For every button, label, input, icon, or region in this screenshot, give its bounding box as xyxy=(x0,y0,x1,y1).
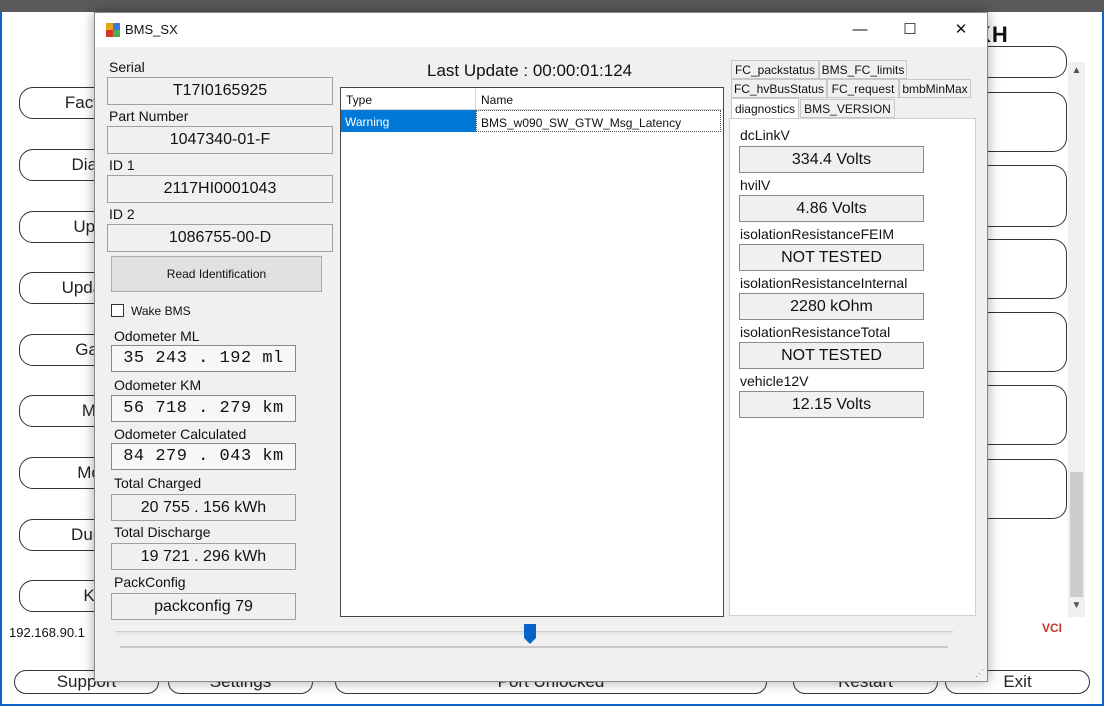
bg-vci-label: VCI xyxy=(1042,621,1063,635)
odometer-km-value: 56 718 . 279 km xyxy=(111,395,296,422)
tab-fc-hvbusstatus[interactable]: FC_hvBusStatus xyxy=(731,79,827,98)
serial-label: Serial xyxy=(109,59,145,75)
part-number-label: Part Number xyxy=(109,108,189,124)
column-header-name[interactable]: Name xyxy=(476,88,723,110)
diagnostics-panel: dcLinkV 334.4 Volts hvilV 4.86 Volts iso… xyxy=(729,118,976,616)
tab-bms-fc-limits[interactable]: BMS_FC_limits xyxy=(819,60,907,79)
bms-sx-dialog: BMS_SX — ☐ ✕ Serial T17I0165925 Part Num… xyxy=(94,12,988,682)
bg-scroll-thumb[interactable] xyxy=(1070,472,1083,597)
diag-value-dclinkv: 334.4 Volts xyxy=(739,146,924,173)
diag-label-vehicle12v: vehicle12V xyxy=(740,373,809,389)
tab-diagnostics[interactable]: diagnostics xyxy=(731,98,799,119)
total-discharge-value: 19 721 . 296 kWh xyxy=(111,543,296,570)
diag-value-isolation-feim: NOT TESTED xyxy=(739,244,924,271)
id1-value: 2117HI0001043 xyxy=(107,175,333,203)
alert-row-type[interactable]: Warning xyxy=(341,110,476,132)
diag-label-dclinkv: dcLinkV xyxy=(740,127,790,143)
serial-value: T17I0165925 xyxy=(107,77,333,105)
close-button[interactable]: ✕ xyxy=(938,13,984,45)
scroll-up-icon[interactable]: ▲ xyxy=(1068,65,1085,76)
wake-bms-checkbox[interactable] xyxy=(111,304,124,317)
diag-label-hvilv: hvilV xyxy=(740,177,771,193)
total-charged-value: 20 755 . 156 kWh xyxy=(111,494,296,521)
odometer-calculated-value: 84 279 . 043 km xyxy=(111,443,296,470)
tab-bms-version[interactable]: BMS_VERSION xyxy=(800,99,895,118)
bg-right-button-1[interactable] xyxy=(985,46,1067,78)
packconfig-label: PackConfig xyxy=(114,574,186,590)
diag-label-isolation-total: isolationResistanceTotal xyxy=(740,324,891,340)
part-number-value: 1047340-01-F xyxy=(107,126,333,154)
resize-grip-icon[interactable]: ⋰ xyxy=(975,668,984,679)
bg-right-button-2[interactable] xyxy=(985,92,1067,152)
bg-right-button-6[interactable] xyxy=(985,385,1067,445)
bg-scrollbar[interactable]: ▲ ▼ xyxy=(1068,62,1085,617)
odometer-ml-label: Odometer ML xyxy=(114,328,200,344)
diag-value-isolation-total: NOT TESTED xyxy=(739,342,924,369)
total-discharge-label: Total Discharge xyxy=(114,524,211,540)
diag-label-isolation-internal: isolationResistanceInternal xyxy=(740,275,908,291)
bg-right-button-3[interactable] xyxy=(985,165,1067,227)
alert-row-name[interactable]: BMS_w090_SW_GTW_Msg_Latency xyxy=(476,110,721,132)
wake-bms-label: Wake BMS xyxy=(131,304,191,318)
dialog-title: BMS_SX xyxy=(125,22,178,37)
diag-label-isolation-feim: isolationResistanceFEIM xyxy=(740,226,895,242)
bg-ip-address: 192.168.90.1 xyxy=(9,625,85,640)
read-identification-button[interactable]: Read Identification xyxy=(111,256,322,292)
column-header-type[interactable]: Type xyxy=(341,88,476,110)
bg-right-button-4[interactable] xyxy=(985,239,1067,299)
odometer-ml-value: 35 243 . 192 ml xyxy=(111,345,296,372)
slider-baseline xyxy=(120,646,948,648)
odometer-km-label: Odometer KM xyxy=(114,377,202,393)
odometer-calculated-label: Odometer Calculated xyxy=(114,426,247,442)
tab-bmbminmax[interactable]: bmbMinMax xyxy=(899,79,971,98)
diag-value-isolation-internal: 2280 kOhm xyxy=(739,293,924,320)
id2-label: ID 2 xyxy=(109,206,135,222)
id2-value: 1086755-00-D xyxy=(107,224,333,252)
background-app-topbar xyxy=(0,0,1104,12)
id1-label: ID 1 xyxy=(109,157,135,173)
app-window-icon xyxy=(106,23,120,37)
minimize-button[interactable]: — xyxy=(837,13,883,45)
diag-value-hvilv: 4.86 Volts xyxy=(739,195,924,222)
tab-fc-packstatus[interactable]: FC_packstatus xyxy=(731,60,819,79)
bg-right-button-5[interactable] xyxy=(985,312,1067,372)
dialog-titlebar[interactable]: BMS_SX — ☐ ✕ xyxy=(95,13,987,47)
slider-thumb[interactable] xyxy=(524,624,536,644)
diag-value-vehicle12v: 12.15 Volts xyxy=(739,391,924,418)
packconfig-value: packconfig 79 xyxy=(111,593,296,620)
bg-right-button-7[interactable] xyxy=(985,459,1067,519)
last-update-text: Last Update : 00:00:01:124 xyxy=(427,61,633,80)
scroll-down-icon[interactable]: ▼ xyxy=(1068,600,1085,611)
tab-fc-request[interactable]: FC_request xyxy=(827,79,899,98)
alerts-grid[interactable]: Type Name Warning BMS_w090_SW_GTW_Msg_La… xyxy=(340,87,724,617)
maximize-button[interactable]: ☐ xyxy=(887,13,933,45)
total-charged-label: Total Charged xyxy=(114,475,202,491)
